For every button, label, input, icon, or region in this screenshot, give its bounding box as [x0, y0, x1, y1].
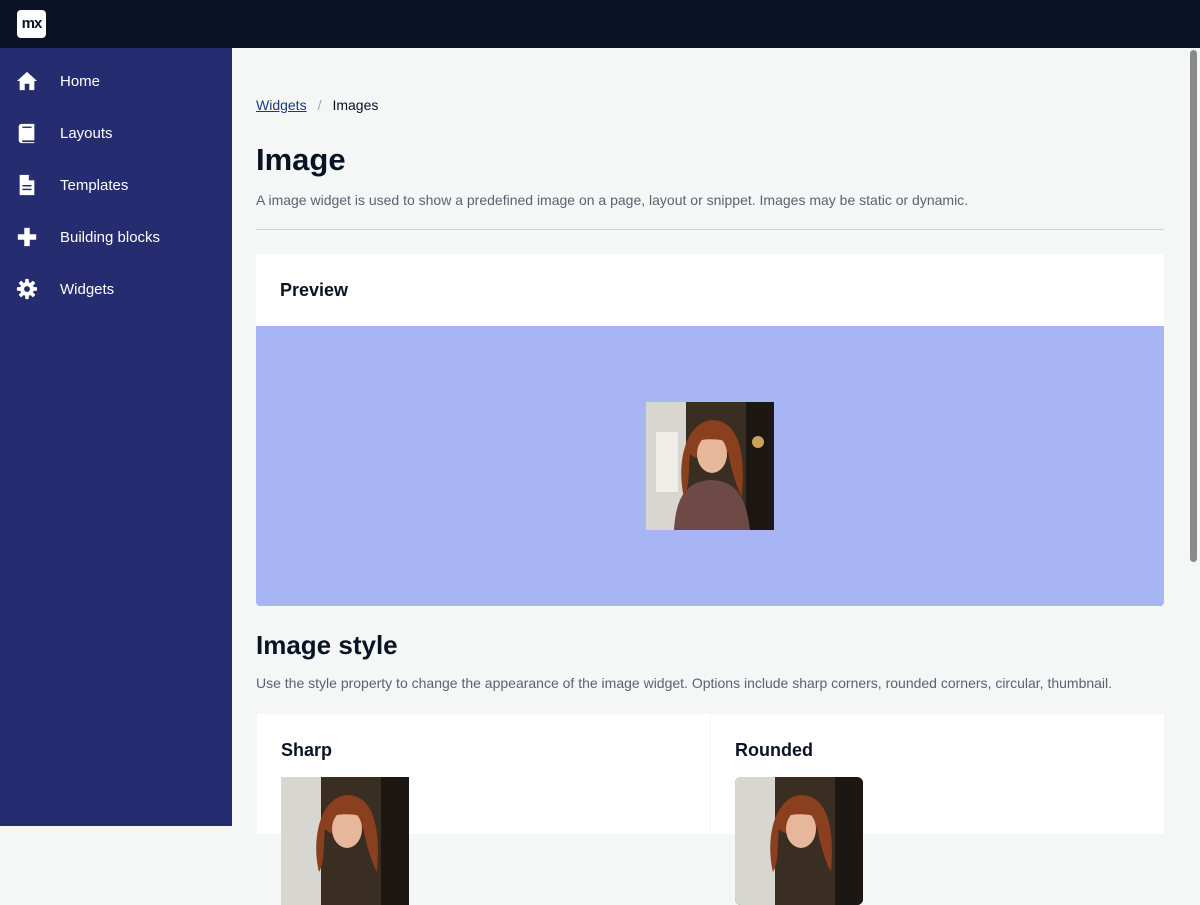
image-style-card-rounded: Rounded — [711, 714, 1164, 905]
plus-icon — [17, 227, 37, 247]
breadcrumb-separator: / — [317, 97, 322, 113]
scrollbar[interactable] — [1187, 48, 1200, 826]
preview-card: Preview — [256, 254, 1164, 606]
sidebar-item-label: Templates — [60, 177, 129, 194]
top-bar: mx — [0, 0, 1200, 48]
sidebar-item-label: Layouts — [60, 125, 113, 142]
sharp-image[interactable] — [281, 777, 409, 905]
section-description: Use the style property to change the app… — [256, 675, 1113, 691]
section-title-image-style: Image style — [256, 630, 398, 660]
preview-area — [256, 326, 1164, 606]
preview-header: Preview — [280, 280, 349, 300]
sidebar-item-layouts[interactable]: Layouts — [0, 108, 232, 160]
preview-image[interactable] — [646, 402, 774, 530]
sidebar-item-widgets[interactable]: Widgets — [0, 264, 232, 316]
card-label: Rounded — [735, 740, 813, 760]
sidebar-item-label: Building blocks — [60, 229, 161, 246]
sidebar-item-home[interactable]: Home — [0, 56, 232, 108]
breadcrumb-link-widgets[interactable]: Widgets — [256, 97, 307, 113]
book-icon — [18, 123, 35, 144]
mendix-logo[interactable]: mx — [17, 10, 46, 38]
home-icon — [16, 71, 38, 91]
breadcrumb: Widgets / Images — [256, 97, 378, 113]
sidebar: Home Layouts Templates Building blocks W… — [0, 48, 232, 826]
main-content: Widgets / Images Image A image widget is u… — [232, 48, 1187, 905]
scrollbar-thumb[interactable] — [1190, 50, 1197, 562]
breadcrumb-current: Images — [332, 97, 379, 113]
gear-icon — [16, 278, 38, 300]
sidebar-item-label: Widgets — [60, 281, 115, 298]
sidebar-item-templates[interactable]: Templates — [0, 160, 232, 212]
divider — [256, 229, 1164, 230]
rounded-image[interactable] — [735, 777, 863, 905]
image-style-card-sharp: Sharp — [257, 714, 710, 905]
sidebar-item-label: Home — [60, 73, 101, 90]
file-icon — [19, 174, 35, 196]
sidebar-item-building-blocks[interactable]: Building blocks — [0, 212, 232, 264]
page-description: A image widget is used to show a predefi… — [256, 192, 969, 208]
page-title: Image — [256, 142, 346, 177]
card-label: Sharp — [281, 740, 333, 760]
